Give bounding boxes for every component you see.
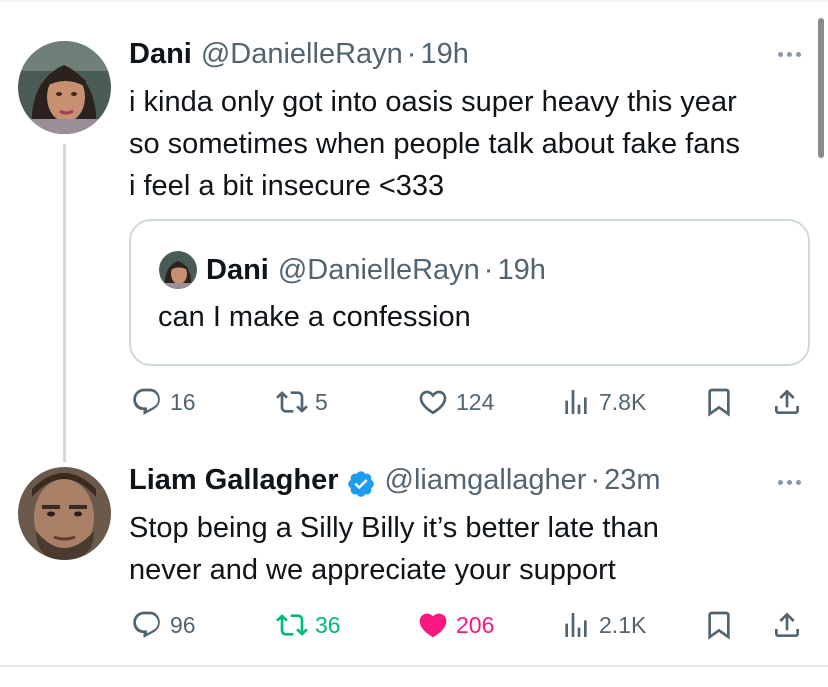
share-icon (775, 389, 799, 414)
top-divider (0, 0, 828, 2)
quoted-timestamp: 19h (497, 253, 546, 286)
tweet-text: Stop being a Silly Billy it’s better lat… (129, 507, 659, 591)
views-button[interactable]: 7.8K (560, 382, 646, 422)
quoted-tweet-header: Dani @DanielleRayn · 19h (159, 251, 546, 289)
scrollbar[interactable] (818, 18, 824, 158)
views-icon (565, 613, 587, 637)
tweet-text-line: i feel a bit insecure <333 (129, 170, 445, 202)
tweet-text-line: never and we appreciate your support (129, 554, 616, 586)
like-button[interactable]: 124 (417, 382, 494, 422)
tweet-text: i kinda only got into oasis super heavy … (129, 81, 740, 207)
like-icon (419, 390, 447, 415)
reply-button[interactable]: 16 (131, 382, 196, 422)
reply-button[interactable]: 96 (131, 605, 196, 645)
dani-avatar[interactable] (18, 41, 111, 134)
bookmark-button[interactable] (703, 605, 735, 645)
author-handle[interactable]: @DanielleRayn (201, 38, 403, 71)
separator-dot: · (483, 253, 494, 286)
retweet-button[interactable]: 5 (276, 382, 328, 422)
verified-badge-icon (347, 470, 374, 497)
author-name[interactable]: Liam Gallagher (129, 464, 339, 497)
views-icon (565, 390, 587, 414)
retweet-icon (276, 614, 308, 636)
separator-dot: · (406, 38, 417, 70)
tweet-text-line: Stop being a Silly Billy it’s better lat… (129, 512, 659, 544)
quoted-author-name[interactable]: Dani (206, 254, 269, 287)
like-button[interactable]: 206 (417, 605, 494, 645)
bookmark-button[interactable] (703, 382, 735, 422)
separator-dot: · (590, 464, 601, 496)
views-count: 7.8K (599, 388, 647, 415)
retweet-button[interactable]: 36 (276, 605, 341, 645)
reply-count: 16 (170, 388, 196, 415)
bookmark-icon (708, 611, 730, 640)
author-name[interactable]: Dani (129, 38, 192, 71)
tweet-timestamp[interactable]: 23m (604, 464, 660, 497)
bottom-divider (0, 665, 828, 667)
more-icon[interactable] (778, 480, 801, 485)
retweet-count: 36 (315, 611, 341, 638)
tweet-header: Liam Gallagher @liamgallagher · 23m (129, 464, 661, 497)
tweet-header: Dani @DanielleRayn · 19h (129, 38, 469, 71)
liam-gallagher-avatar[interactable] (18, 467, 111, 560)
tweet-actions-bar: 16 5 124 7.8K (0, 382, 828, 422)
more-icon[interactable] (778, 52, 801, 57)
retweet-count: 5 (315, 388, 328, 415)
views-button[interactable]: 2.1K (560, 605, 646, 645)
quoted-author-avatar (159, 251, 197, 289)
quoted-tweet-card[interactable]: Dani @DanielleRayn · 19h can I make a co… (129, 219, 810, 366)
reply-icon (133, 611, 160, 638)
views-count: 2.1K (599, 611, 647, 638)
quoted-author-handle[interactable]: @DanielleRayn (278, 254, 480, 287)
like-filled-icon (419, 613, 447, 638)
tweet-text-line: i kinda only got into oasis super heavy … (129, 86, 737, 118)
share-button[interactable] (771, 605, 803, 645)
tweet-actions-bar: 96 36 206 2.1K (0, 605, 828, 645)
tweet-text-line: so sometimes when people talk about fake… (129, 128, 740, 160)
bookmark-icon (708, 388, 730, 417)
share-icon (775, 612, 799, 637)
author-handle[interactable]: @liamgallagher (385, 464, 587, 497)
tweet-timestamp[interactable]: 19h (420, 38, 468, 71)
reply-count: 96 (170, 611, 196, 638)
retweet-icon (276, 391, 308, 413)
like-count: 124 (456, 388, 495, 415)
share-button[interactable] (771, 382, 803, 422)
reply-icon (133, 388, 160, 415)
like-count: 206 (456, 611, 495, 638)
quoted-tweet-text: can I make a confession (158, 301, 471, 333)
